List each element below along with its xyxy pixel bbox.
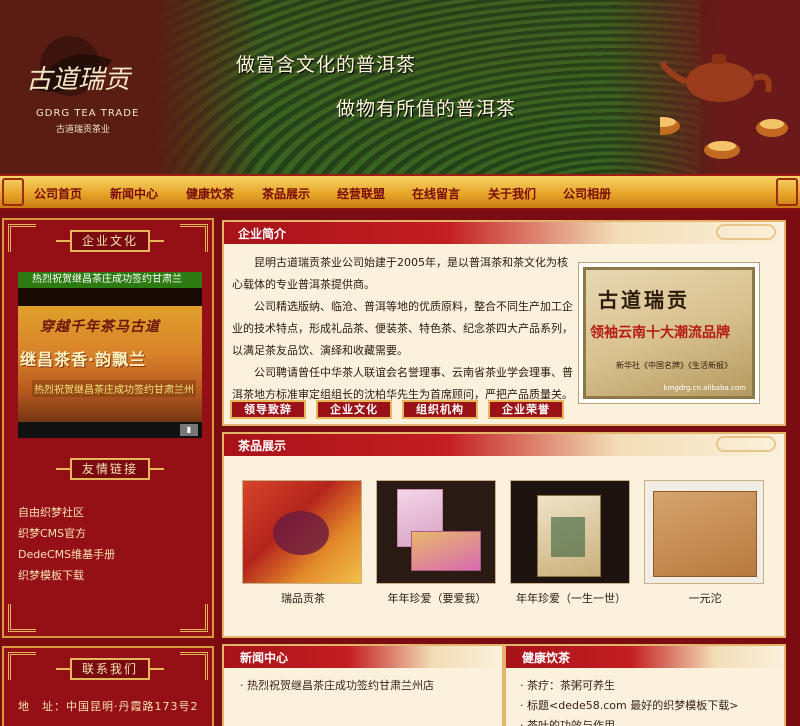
nav-alliance[interactable]: 经营联盟: [337, 185, 385, 202]
health-item[interactable]: · 茶疗：茶粥可养生: [520, 676, 738, 696]
nav-ornament-left: [2, 178, 24, 206]
intro-panel: 企业简介 昆明古道瑞贡茶业公司始建于2005年，是以普洱茶和茶文化为核心载体的专…: [222, 220, 786, 426]
product-name[interactable]: 一元沱: [644, 590, 766, 606]
leader-speech-button[interactable]: 领导致辞: [230, 400, 306, 419]
contact-title: 联系我们: [56, 658, 164, 680]
slogan-line-2: 做物有所值的普洱茶: [336, 98, 517, 120]
product-name[interactable]: 瑞品贡茶: [242, 590, 364, 606]
product-item[interactable]: 一元沱: [644, 480, 766, 605]
plaque-award: 领袖云南十大潮流品牌: [590, 325, 730, 341]
honors-button[interactable]: 企业荣誉: [488, 400, 564, 419]
product-image[interactable]: [242, 480, 362, 584]
plaque-source: 新华社《中国名牌》《生活新报》: [616, 361, 732, 370]
culture-title: 企业文化: [56, 230, 164, 252]
news-item[interactable]: · 热烈祝贺继昌茶庄成功签约甘肃兰州店: [240, 676, 434, 696]
corner-ornament: [180, 652, 208, 680]
culture-banner[interactable]: 热烈祝贺继昌茶庄成功签约甘肃兰 穿越千年茶马古道 继昌茶香·韵飘兰 热烈祝贺继昌…: [18, 272, 202, 438]
teapot-icon: [660, 54, 788, 159]
corner-ornament: [8, 604, 36, 632]
cloud-ornament-icon: [716, 224, 776, 240]
intro-text: 昆明古道瑞贡茶业公司始建于2005年，是以普洱茶和茶文化为核心载体的专业普洱茶提…: [232, 252, 574, 406]
corner-ornament: [8, 652, 36, 680]
product-image[interactable]: [644, 480, 764, 584]
health-item[interactable]: · 茶叶的功效与作用: [520, 716, 738, 726]
corner-ornament: [180, 224, 208, 252]
nav-health[interactable]: 健康饮茶: [186, 185, 234, 202]
nav-ornament-right: [776, 178, 798, 206]
nav-message[interactable]: 在线留言: [412, 185, 460, 202]
plaque-watermark: kmgdrg.cn.alibaba.com: [663, 384, 746, 392]
intro-paragraph: 公司精选版纳、临沧、普洱等地的优质原料，整合不同生产加工企业的技术特点，形成礼品…: [232, 300, 573, 357]
nav-news[interactable]: 新闻中心: [110, 185, 158, 202]
banner-control-bar: [18, 422, 202, 438]
product-item[interactable]: 年年珍爱（一生一世）: [510, 480, 632, 605]
banner-line-3: 热烈祝贺继昌茶庄成功签约甘肃兰州: [32, 380, 196, 397]
nav-album[interactable]: 公司相册: [563, 185, 611, 202]
health-panel: 健康饮茶 · 茶疗：茶粥可养生 · 标题<dede58.com 最好的织梦模板下…: [504, 644, 786, 726]
logo-english: GDRG TEA TRADE: [36, 108, 140, 119]
links-title: 友情链接: [56, 458, 164, 480]
banner-line-1: 穿越千年茶马古道: [40, 319, 160, 335]
corner-ornament: [8, 224, 36, 252]
friend-links: 自由织梦社区 织梦CMS官方 DedeCMS维基手册 织梦模板下载: [18, 502, 115, 586]
product-image[interactable]: [376, 480, 496, 584]
friend-link[interactable]: 织梦模板下载: [18, 565, 115, 586]
banner-line-2: 继昌茶香·韵飘兰: [20, 350, 147, 369]
news-header: 新闻中心: [224, 646, 502, 668]
products-title: 茶品展示: [238, 439, 287, 453]
product-item[interactable]: 年年珍爱（要爱我）: [376, 480, 498, 605]
logo-chinese: 古道瑞贡茶业: [56, 125, 111, 135]
plaque-brand: 古道瑞贡: [598, 288, 690, 312]
product-name[interactable]: 年年珍爱（要爱我）: [376, 590, 498, 606]
sidebar-culture-box: 企业文化 热烈祝贺继昌茶庄成功签约甘肃兰 穿越千年茶马古道 继昌茶香·韵飘兰 热…: [2, 218, 214, 638]
nav-home[interactable]: 公司首页: [34, 185, 82, 202]
site-header: 古道瑞贡 GDRG TEA TRADE 古道瑞贡茶业 做富含文化的普洱茶 做物有…: [0, 0, 800, 174]
health-title: 健康饮茶: [522, 651, 571, 665]
product-name[interactable]: 年年珍爱（一生一世）: [510, 590, 632, 606]
products-header: 茶品展示: [224, 434, 784, 456]
news-panel: 新闻中心 · 热烈祝贺继昌茶庄成功签约甘肃兰州店: [222, 644, 504, 726]
nav-about[interactable]: 关于我们: [488, 185, 536, 202]
product-image[interactable]: [510, 480, 630, 584]
organization-button[interactable]: 组织机构: [402, 400, 478, 419]
nav-products[interactable]: 茶品展示: [262, 185, 310, 202]
main-nav: 公司首页 新闻中心 健康饮茶 茶品展示 经营联盟 在线留言 关于我们 公司相册: [0, 174, 800, 210]
plaque-surface: 古道瑞贡 领袖云南十大潮流品牌 新华社《中国名牌》《生活新报》 kmgdrg.c…: [583, 267, 755, 399]
health-header: 健康饮茶: [506, 646, 784, 668]
contact-address: 地 址：中国昆明·丹霞路173号2: [18, 700, 199, 713]
intro-title: 企业简介: [238, 227, 287, 241]
logo-mark-text: 古道瑞贡: [26, 65, 133, 95]
friend-link[interactable]: DedeCMS维基手册: [18, 544, 115, 565]
award-plaque-image[interactable]: 古道瑞贡 领袖云南十大潮流品牌 新华社《中国名牌》《生活新报》 kmgdrg.c…: [578, 262, 760, 404]
logo-icon[interactable]: 古道瑞贡: [22, 30, 152, 110]
friend-link[interactable]: 自由织梦社区: [18, 502, 115, 523]
products-panel: 茶品展示 瑞品贡茶 年年珍爱（要爱我） 年年珍爱（一生一世） 一元沱: [222, 432, 786, 638]
intro-paragraph: 昆明古道瑞贡茶业公司始建于2005年，是以普洱茶和茶文化为核心载体的专业普洱茶提…: [232, 256, 568, 291]
intro-header: 企业简介: [224, 222, 784, 244]
product-item[interactable]: 瑞品贡茶: [242, 480, 364, 605]
news-list: · 热烈祝贺继昌茶庄成功签约甘肃兰州店: [240, 676, 434, 696]
cloud-ornament-icon: [716, 436, 776, 452]
friend-link[interactable]: 织梦CMS官方: [18, 523, 115, 544]
sidebar-contact-box: 联系我们 地 址：中国昆明·丹霞路173号2: [2, 646, 214, 726]
health-item[interactable]: · 标题<dede58.com 最好的织梦模板下载>: [520, 696, 738, 716]
health-list: · 茶疗：茶粥可养生 · 标题<dede58.com 最好的织梦模板下载> · …: [520, 676, 738, 726]
slogan-line-1: 做富含文化的普洱茶: [236, 54, 417, 76]
banner-caption[interactable]: 热烈祝贺继昌茶庄成功签约甘肃兰: [18, 272, 202, 288]
culture-button[interactable]: 企业文化: [316, 400, 392, 419]
corner-ornament: [180, 604, 208, 632]
banner-image[interactable]: 穿越千年茶马古道 继昌茶香·韵飘兰 热烈祝贺继昌茶庄成功签约甘肃兰州: [18, 306, 202, 426]
news-title: 新闻中心: [240, 651, 289, 665]
banner-next-icon[interactable]: ▮: [180, 424, 198, 436]
